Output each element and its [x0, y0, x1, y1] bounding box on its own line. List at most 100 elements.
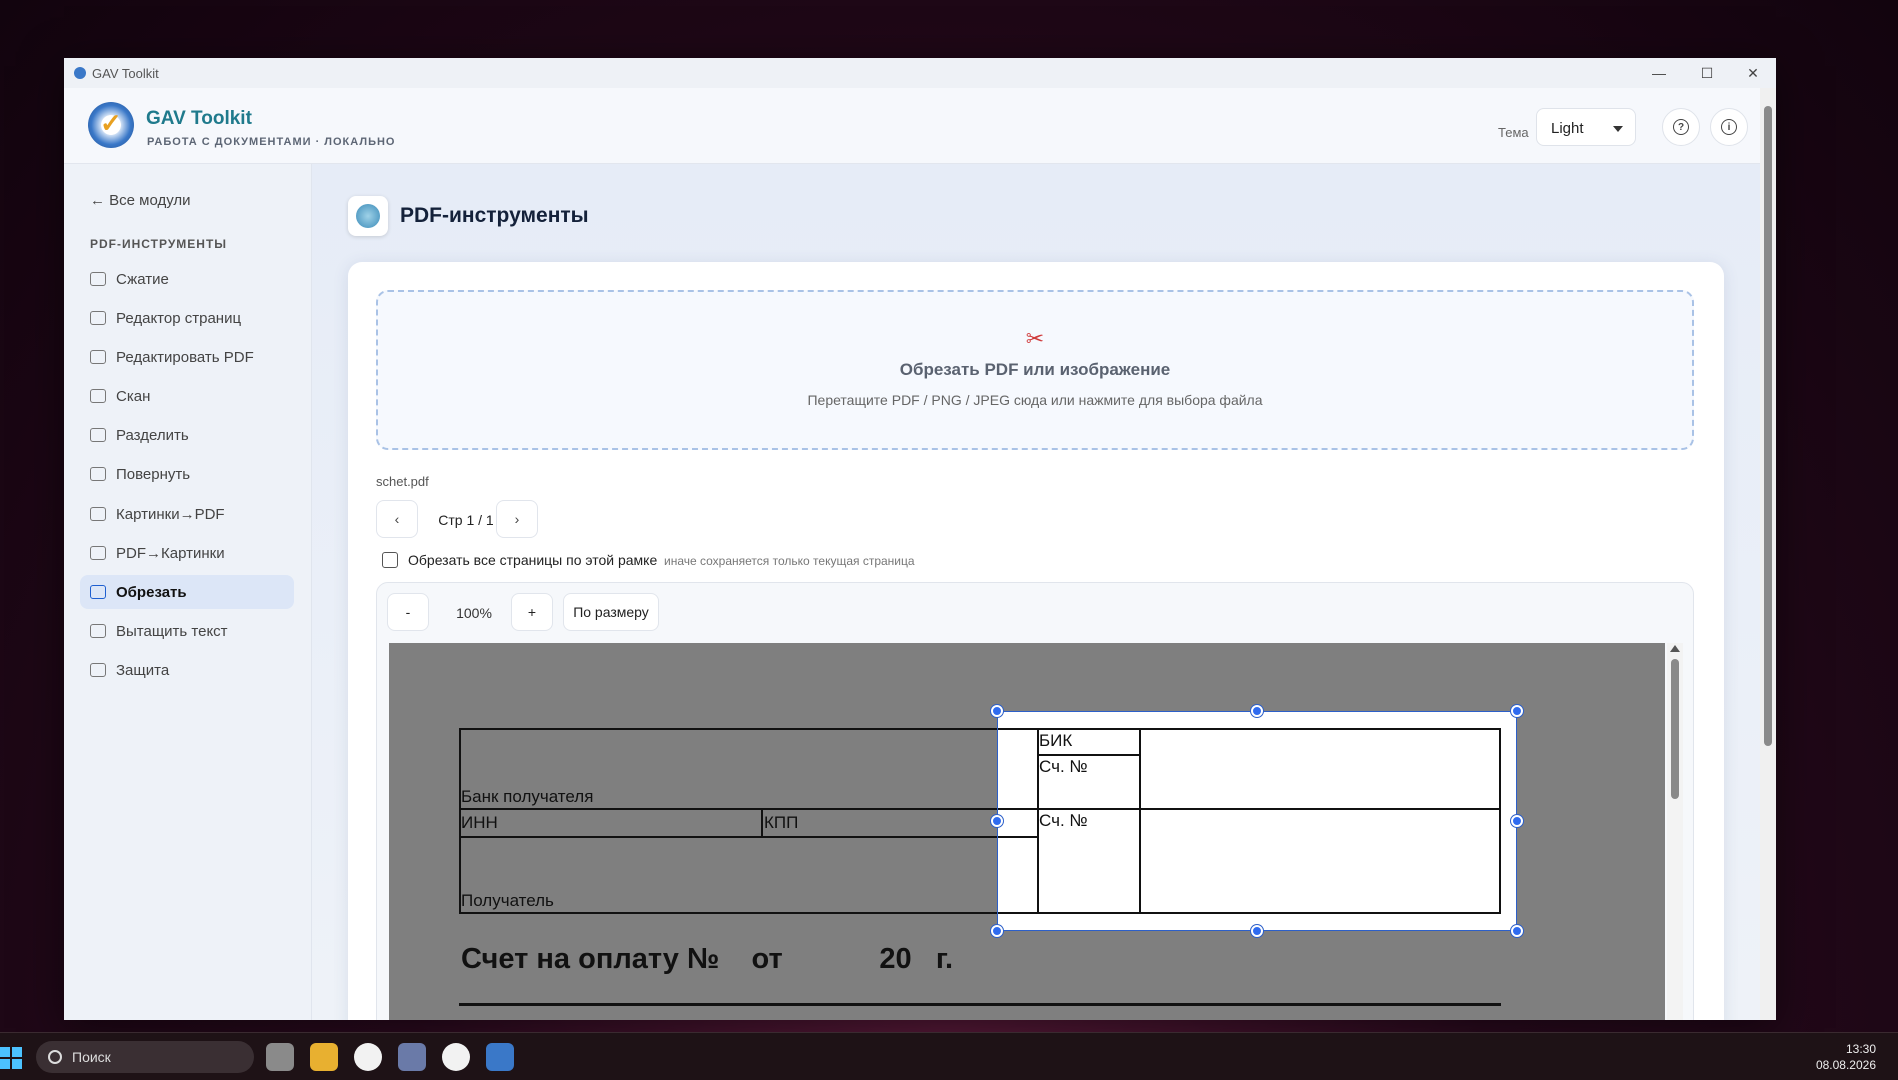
scrollbar-thumb[interactable]	[1671, 659, 1679, 799]
app-header: GAV Toolkit РАБОТА С ДОКУМЕНТАМИ · ЛОКАЛ…	[64, 88, 1760, 164]
crop-handle-bottom-left[interactable]	[991, 925, 1003, 937]
rotate-icon	[90, 467, 106, 481]
prev-page-button[interactable]: ‹	[376, 500, 418, 538]
sidebar-item-images-to-pdf[interactable]: Картинки→PDF	[80, 497, 294, 531]
sidebar-item-page-editor[interactable]: Редактор страниц	[80, 301, 294, 335]
maximize-button[interactable]: ☐	[1684, 58, 1730, 88]
sidebar-section-title: PDF-ИНСТРУМЕНТЫ	[90, 237, 228, 251]
compress-icon	[90, 272, 106, 286]
bank-label: Банк получателя	[461, 787, 594, 806]
sidebar-item-label: Повернуть	[116, 465, 191, 483]
sidebar-item-pdf-to-images[interactable]: PDF→Картинки	[80, 536, 294, 570]
fit-to-size-button[interactable]: По размеру	[563, 593, 659, 631]
drop-title: Обрезать PDF или изображение	[899, 360, 1171, 379]
sidebar-item-crop[interactable]: Обрезать	[80, 575, 294, 609]
scissors-icon: ✂	[1025, 326, 1045, 351]
sidebar-item-edit-pdf[interactable]: Редактировать PDF	[80, 340, 294, 374]
title-bar: GAV Toolkit — ☐ ✕	[64, 58, 1776, 88]
image-icon	[90, 546, 106, 560]
zoom-in-button[interactable]: +	[511, 593, 553, 631]
crop-handle-bottom-right[interactable]	[1511, 925, 1523, 937]
file-drop-zone[interactable]: ✂ Обрезать PDF или изображение Перетащит…	[376, 290, 1694, 450]
brand-subtitle: РАБОТА С ДОКУМЕНТАМИ · ЛОКАЛЬНО	[147, 136, 396, 148]
windows-start-icon[interactable]	[0, 1047, 22, 1069]
app-icon	[74, 67, 86, 79]
yandex-browser-icon[interactable]	[354, 1043, 382, 1071]
viewer-scrollbar[interactable]	[1667, 643, 1683, 1020]
brand-name: GAV Toolkit	[146, 108, 252, 129]
app-window: GAV Toolkit — ☐ ✕ GAV Toolkit РАБОТА С Д…	[64, 58, 1776, 1020]
zoom-out-button[interactable]: -	[387, 593, 429, 631]
sidebar-item-extract-text[interactable]: Вытащить текст	[80, 614, 294, 648]
sidebar-item-label: Вытащить текст	[116, 622, 228, 640]
file-name: schet.pdf	[376, 474, 429, 489]
crop-icon	[90, 585, 106, 599]
crop-all-pages-checkbox[interactable]	[382, 552, 398, 568]
clock-time: 13:30	[1845, 1042, 1876, 1056]
crop-handle-left[interactable]	[991, 815, 1003, 827]
close-button[interactable]: ✕	[1730, 58, 1776, 88]
lock-icon	[90, 663, 106, 677]
crop-all-pages-label[interactable]: Обрезать все страницы по этой рамке	[408, 552, 657, 568]
sidebar-item-label: Сжатие	[116, 270, 169, 288]
pdf-tools-icon	[348, 196, 388, 236]
sidebar-item-split[interactable]: Разделить	[80, 418, 294, 452]
inn-label: ИНН	[461, 813, 498, 832]
grid-icon	[90, 311, 106, 325]
taskbar: Поиск 13:30 08.08.2026	[0, 1032, 1898, 1080]
sidebar-item-label: Разделить	[116, 426, 189, 444]
theme-select[interactable]: Light	[1536, 108, 1636, 146]
sidebar-item-label: Картинки→PDF	[116, 505, 225, 523]
kpp-label: КПП	[764, 813, 799, 832]
crop-viewer: - 100% + По размеру БИК Сч. № Сч. № Банк…	[376, 582, 1694, 1020]
sidebar-item-protect[interactable]: Защита	[80, 653, 294, 687]
scissors-icon	[90, 428, 106, 442]
system-clock: 13:30 08.08.2026	[1816, 1041, 1876, 1073]
info-button[interactable]: i	[1710, 108, 1748, 146]
window-title: GAV Toolkit	[92, 65, 159, 81]
theme-label: Тема	[1498, 125, 1529, 140]
next-page-button[interactable]: ›	[496, 500, 538, 538]
yandex-browser-icon[interactable]	[442, 1043, 470, 1071]
logo-icon	[88, 102, 134, 148]
table-line	[459, 836, 1039, 838]
sidebar-item-label: PDF→Картинки	[116, 544, 225, 562]
crop-handle-top-left[interactable]	[991, 705, 1003, 717]
sidebar-item-scan[interactable]: Скан	[80, 379, 294, 413]
scroll-up-icon[interactable]	[1670, 645, 1680, 652]
sidebar-item-compress[interactable]: Сжатие	[80, 262, 294, 296]
text-icon	[90, 624, 106, 638]
taskbar-search[interactable]: Поиск	[36, 1041, 254, 1073]
window-scrollbar[interactable]	[1760, 88, 1776, 1020]
app-icon[interactable]	[398, 1043, 426, 1071]
sidebar-item-label: Скан	[116, 387, 151, 405]
scan-icon	[90, 389, 106, 403]
minimize-button[interactable]: —	[1636, 58, 1682, 88]
back-to-modules-link[interactable]: ← Все модули	[90, 192, 191, 209]
file-explorer-icon[interactable]	[310, 1043, 338, 1071]
sidebar-item-rotate[interactable]: Повернуть	[80, 457, 294, 491]
main-content: PDF-инструменты ✂ Обрезать PDF или изобр…	[312, 164, 1760, 1020]
clock-date: 08.08.2026	[1815, 1058, 1876, 1072]
crop-handle-top[interactable]	[1251, 705, 1263, 717]
crop-handle-top-right[interactable]	[1511, 705, 1523, 717]
drop-description: Перетащите PDF / PNG / JPEG сюда или наж…	[807, 392, 1263, 408]
image-icon	[90, 507, 106, 521]
pdf-page-canvas[interactable]: БИК Сч. № Сч. № Банк получателя ИНН КПП …	[389, 643, 1665, 1020]
help-icon: ?	[1673, 119, 1689, 135]
zoom-level: 100%	[456, 605, 492, 621]
sidebar: ← Все модули PDF-ИНСТРУМЕНТЫ Сжатие Реда…	[64, 164, 312, 1020]
crop-card: ✂ Обрезать PDF или изображение Перетащит…	[348, 262, 1724, 1020]
sidebar-item-label: Редактировать PDF	[116, 348, 254, 366]
crop-frame[interactable]	[997, 711, 1517, 931]
scrollbar-thumb[interactable]	[1764, 106, 1772, 746]
info-icon: i	[1721, 119, 1737, 135]
recipient-label: Получатель	[461, 891, 554, 910]
task-view-icon[interactable]	[266, 1043, 294, 1071]
help-button[interactable]: ?	[1662, 108, 1700, 146]
crop-handle-bottom[interactable]	[1251, 925, 1263, 937]
table-line	[761, 808, 763, 838]
sidebar-item-label: Защита	[116, 661, 170, 679]
crop-handle-right[interactable]	[1511, 815, 1523, 827]
gav-toolkit-taskbar-icon[interactable]	[486, 1043, 514, 1071]
